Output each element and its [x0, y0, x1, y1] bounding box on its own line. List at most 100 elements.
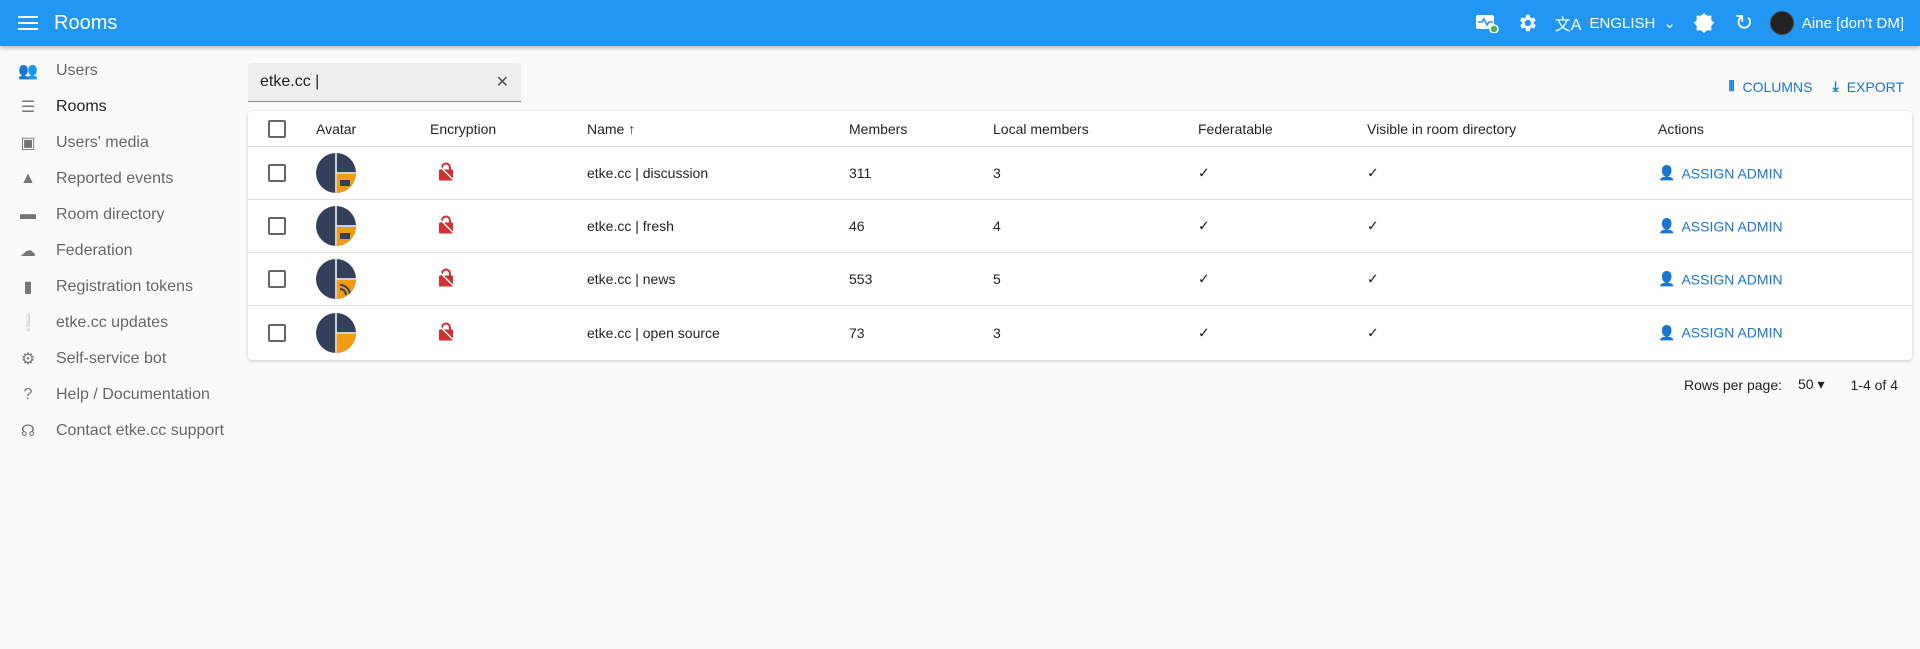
header-actions: Actions [1658, 120, 1704, 137]
unencrypted-lock-icon [438, 162, 454, 184]
table-header: Avatar Encryption Name ↑ Members Local m… [248, 111, 1912, 147]
local-members: 4 [993, 218, 1001, 234]
members: 73 [849, 324, 865, 341]
rows-per-page-select[interactable]: 50 ▾ [1798, 376, 1825, 393]
header-name-label: Name [587, 120, 625, 137]
language-label: ENGLISH [1589, 14, 1656, 32]
sidebar-item-help-documentation[interactable]: ? Help / Documentation [0, 377, 240, 413]
header-members[interactable]: Members [849, 121, 907, 137]
assign-admin-button[interactable]: 👤 ASSIGN ADMIN [1658, 165, 1783, 182]
sidebar-item-label: Reported events [56, 170, 174, 187]
person-icon: 👤 [1658, 217, 1676, 234]
sidebar-item-users[interactable]: 👥 Users [0, 53, 240, 89]
assign-admin-label: ASSIGN ADMIN [1681, 324, 1783, 341]
rows-per-page-value: 50 [1798, 376, 1814, 392]
sidebar-item-label: Help / Documentation [56, 386, 210, 403]
header-local-members[interactable]: Local members [993, 121, 1089, 137]
assign-admin-label: ASSIGN ADMIN [1681, 271, 1783, 287]
sort-arrow-up-icon: ↑ [628, 120, 636, 137]
sidebar-item-rooms[interactable]: ☰ Rooms [0, 89, 240, 125]
local-members: 3 [993, 324, 1001, 341]
members: 553 [849, 271, 873, 287]
unencrypted-lock-icon [438, 215, 454, 237]
cloud-icon: ☁ [20, 243, 36, 260]
sidebar-item-self-service-bot[interactable]: ⚙ Self-service bot [0, 341, 240, 377]
sidebar-item-users-media[interactable]: ▣ Users' media [0, 125, 240, 161]
app-bar: Rooms 文A ENGLISH ⌄ ↻ Aine [don't DM] [0, 0, 1920, 46]
room-name[interactable]: etke.cc | fresh [587, 218, 674, 234]
sidebar-item-contact-etke-cc-support[interactable]: ☊ Contact etke.cc support [0, 413, 240, 449]
feedback-icon: ❕ [18, 315, 38, 332]
assign-admin-label: ASSIGN ADMIN [1681, 218, 1783, 234]
page-range: 1-4 of 4 [1850, 376, 1898, 393]
assign-admin-button[interactable]: 👤 ASSIGN ADMIN [1658, 271, 1783, 288]
room-name[interactable]: etke.cc | open source [587, 325, 720, 341]
language-selector[interactable]: 文A ENGLISH ⌄ [1555, 11, 1676, 35]
person-icon: 👤 [1658, 324, 1676, 340]
translate-icon: 文A [1554, 17, 1582, 34]
row-checkbox[interactable] [268, 270, 286, 288]
federatable-check-icon: ✓ [1198, 164, 1210, 181]
sidebar-item-reported-events[interactable]: ▲ Reported events [0, 161, 240, 197]
chevron-down-icon: ⌄ [1663, 15, 1676, 32]
dropdown-arrow-icon: ▾ [1817, 376, 1825, 392]
server-status-icon[interactable] [1467, 3, 1507, 43]
header-visible[interactable]: Visible in room directory [1367, 121, 1516, 137]
header-name[interactable]: Name ↑ [587, 121, 635, 137]
header-avatar: Avatar [316, 120, 357, 137]
assign-admin-button[interactable]: 👤 ASSIGN ADMIN [1658, 324, 1783, 341]
table-row[interactable]: etke.cc | news 553 5 ✓ ✓ 👤 ASSIGN ADMIN [248, 253, 1912, 306]
columns-button[interactable]: ⫴ COLUMNS [1729, 78, 1813, 95]
folder-shared-icon: ▬ [20, 206, 36, 223]
visible-check-icon: ✓ [1367, 270, 1379, 287]
header-encryption: Encryption [430, 120, 497, 137]
person-icon: 👤 [1658, 270, 1676, 287]
pagination: Rows per page: 50 ▾ 1-4 of 4 [1684, 376, 1898, 393]
sidebar-item-room-directory[interactable]: ▬ Room directory [0, 197, 240, 233]
clear-icon[interactable]: ✕ [496, 72, 509, 92]
sidebar-item-label: Federation [56, 242, 133, 259]
person-icon: 👤 [1658, 164, 1676, 181]
sidebar-item-label: Room directory [56, 206, 165, 223]
search-value: etke.cc | [260, 73, 320, 90]
room-avatar [316, 206, 356, 246]
assign-admin-button[interactable]: 👤 ASSIGN ADMIN [1658, 218, 1783, 235]
export-label: EXPORT [1846, 78, 1904, 95]
menu-icon[interactable] [18, 16, 38, 30]
row-checkbox[interactable] [268, 323, 286, 342]
local-members: 5 [993, 271, 1001, 287]
users-icon: 👥 [18, 63, 38, 80]
header-federatable[interactable]: Federatable [1198, 121, 1273, 137]
select-all-checkbox[interactable] [268, 119, 286, 138]
sidebar-item-registration-tokens[interactable]: ▮ Registration tokens [0, 269, 240, 305]
visible-check-icon: ✓ [1367, 324, 1379, 340]
room-avatar [316, 153, 356, 193]
members: 46 [849, 218, 865, 234]
sidebar-item-label: Self-service bot [56, 350, 167, 367]
table-row[interactable]: etke.cc | discussion 311 3 ✓ ✓ 👤 ASSIGN A… [248, 147, 1912, 200]
avatar [1769, 11, 1794, 35]
table-row[interactable]: etke.cc | open source 73 3 ✓ ✓ 👤 ASSIGN A… [248, 306, 1912, 359]
theme-toggle-icon[interactable] [1684, 3, 1724, 43]
room-name[interactable]: etke.cc | discussion [587, 165, 708, 181]
row-checkbox[interactable] [268, 217, 286, 235]
settings-gear-icon[interactable] [1507, 3, 1547, 43]
room-name[interactable]: etke.cc | news [587, 271, 675, 287]
sidebar-item-etke-cc-updates[interactable]: ❕ etke.cc updates [0, 305, 240, 341]
sidebar-item-label: etke.cc updates [56, 314, 169, 331]
sidebar: 👥 Users ☰ Rooms ▣ Users' media ▲ Reported event… [0, 53, 240, 449]
row-checkbox[interactable] [268, 164, 286, 182]
support-agent-icon: ☊ [20, 423, 36, 440]
download-icon: ⤓ [1832, 78, 1839, 94]
table-row[interactable]: etke.cc | fresh 46 4 ✓ ✓ 👤 ASSIGN ADMIN [248, 200, 1912, 253]
warning-icon: ▲ [20, 170, 36, 187]
export-button[interactable]: ⤓ EXPORT [1832, 78, 1904, 95]
photo-library-icon: ▣ [20, 135, 36, 152]
unencrypted-lock-icon [438, 268, 454, 290]
assign-admin-label: ASSIGN ADMIN [1681, 165, 1783, 181]
local-members: 3 [993, 165, 1001, 181]
refresh-icon[interactable]: ↻ [1724, 3, 1764, 43]
search-input[interactable]: etke.cc | ✕ [248, 63, 521, 102]
sidebar-item-federation[interactable]: ☁ Federation [0, 233, 240, 269]
user-menu[interactable]: Aine [don't DM] [1769, 11, 1904, 35]
